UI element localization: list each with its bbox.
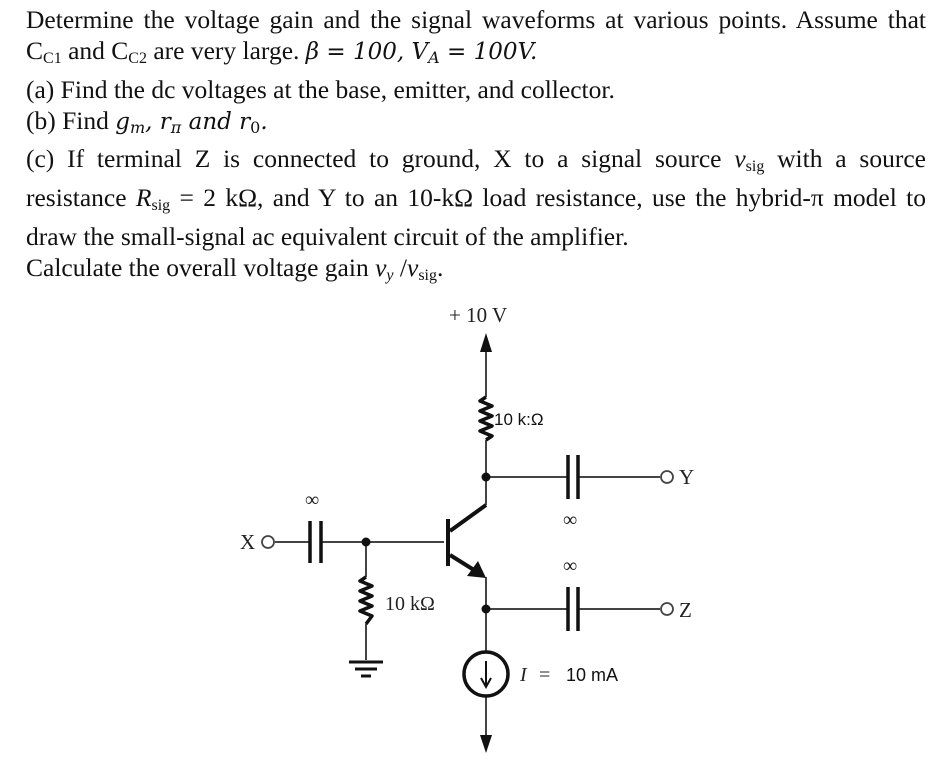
terminal-y-label: Y [679, 465, 694, 489]
base-resistor-icon [358, 575, 374, 626]
amplifier-circuit-diagram: + 10 V 10 k:Ω 10 kΩ ∞ ∞ ∞ X Y Z I = 10 m… [240, 303, 694, 753]
supply-arrow-icon [480, 333, 492, 352]
supply-label: + 10 V [449, 303, 507, 327]
emitter-node [481, 604, 491, 614]
base-node [361, 537, 371, 547]
ground-icon [349, 660, 383, 678]
emitter-capacitor-label: ∞ [563, 555, 577, 577]
current-symbol: I [519, 664, 528, 686]
collector-capacitor-icon [566, 455, 580, 499]
terminal-z-icon[interactable] [660, 602, 674, 616]
terminal-x-icon[interactable] [261, 535, 275, 549]
collector-resistor-label: 10 k:Ω [494, 410, 544, 429]
sink-arrow-icon [480, 735, 492, 753]
collector-resistor-icon [478, 395, 494, 442]
current-source-icon [462, 650, 510, 698]
collector-capacitor-label: ∞ [563, 509, 577, 531]
emitter-capacitor-icon [566, 587, 580, 631]
terminal-z-label: Z [679, 598, 692, 622]
base-resistor-label: 10 kΩ [385, 593, 435, 615]
input-capacitor-icon [308, 521, 323, 563]
current-value: 10 mA [566, 665, 618, 685]
current-equals: = [539, 664, 550, 686]
collector-node [481, 472, 491, 482]
input-capacitor-label: ∞ [305, 489, 319, 511]
npn-transistor-icon [446, 503, 488, 578]
terminal-x-label: X [240, 530, 255, 554]
terminal-y-icon[interactable] [660, 470, 674, 484]
